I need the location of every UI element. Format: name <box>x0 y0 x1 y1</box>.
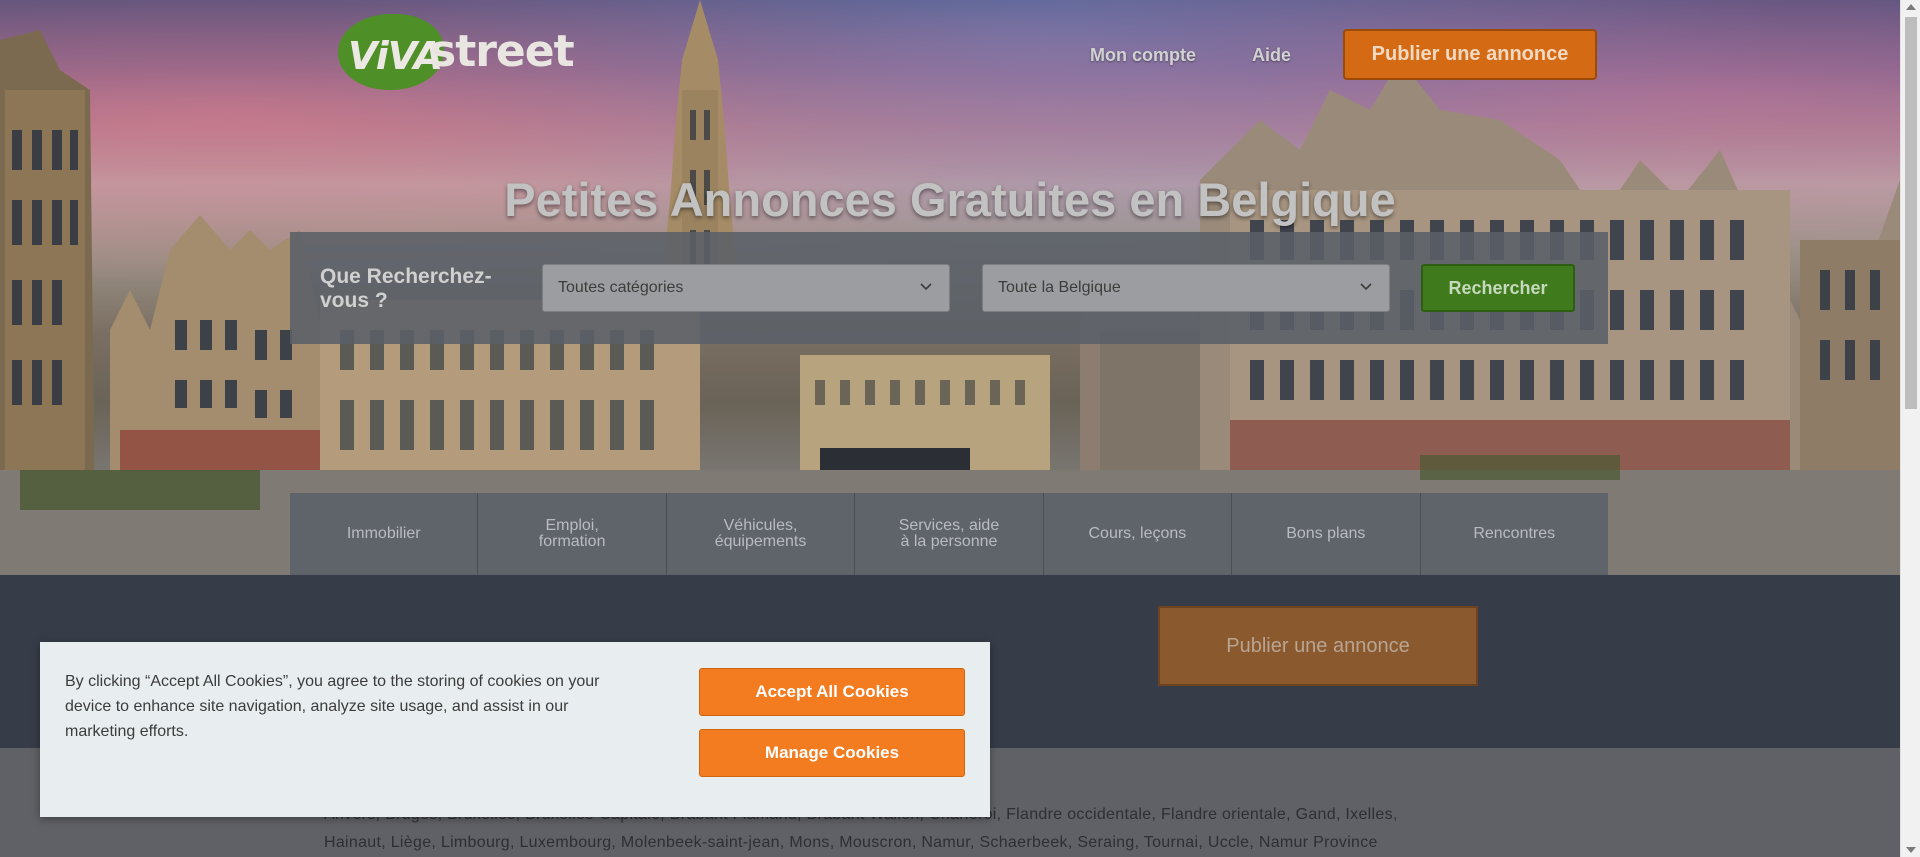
logo-text-street: street <box>430 26 575 77</box>
category-vehicles-equipment-label: Véhicules, équipements <box>714 517 807 550</box>
publish-ad-button-header[interactable]: Publier une annonce <box>1343 29 1597 80</box>
category-services-personal-help-label: Services, aide à la personne <box>898 517 1000 550</box>
location-select-value: Toute la Belgique <box>998 279 1121 296</box>
locations-list-line-2[interactable]: Hainaut, Liège, Limbourg, Luxembourg, Mo… <box>324 834 1378 852</box>
scroll-down-arrow-icon[interactable] <box>1906 847 1916 853</box>
hero-banner: ViVA street Mon compte Aide Publier une … <box>0 0 1900 575</box>
category-real-estate[interactable]: Immobilier <box>290 493 479 575</box>
search-button[interactable]: Rechercher <box>1421 264 1575 312</box>
category-select[interactable]: Toutes catégories <box>542 264 950 312</box>
chevron-down-icon <box>1360 283 1372 291</box>
accept-all-cookies-button[interactable]: Accept All Cookies <box>699 668 965 716</box>
category-dating[interactable]: Rencontres <box>1421 493 1608 575</box>
search-label: Que Recherchez-vous ? <box>320 265 492 312</box>
cookie-consent-banner: By clicking “Accept All Cookies”, you ag… <box>40 642 990 817</box>
publish-ad-button-large[interactable]: Publier une annonce <box>1158 606 1478 686</box>
vivastreet-logo[interactable]: ViVA street <box>338 14 575 90</box>
category-services-personal-help[interactable]: Services, aide à la personne <box>855 493 1044 575</box>
category-jobs-training[interactable]: Emploi, formation <box>478 493 667 575</box>
category-deals[interactable]: Bons plans <box>1232 493 1421 575</box>
search-panel: Que Recherchez-vous ? Toutes catégories … <box>290 232 1608 344</box>
logo-text-viva: ViVA <box>348 34 443 78</box>
category-jobs-training-label: Emploi, formation <box>538 517 606 550</box>
manage-cookies-button[interactable]: Manage Cookies <box>699 729 965 777</box>
nav-help-link[interactable]: Aide <box>1252 45 1291 66</box>
page-title: Petites Annonces Gratuites en Belgique <box>504 173 1396 226</box>
scrollbar-thumb[interactable] <box>1905 17 1917 409</box>
vertical-scrollbar[interactable] <box>1900 0 1920 857</box>
category-bar: Immobilier Emploi, formation Véhicules, … <box>290 493 1608 575</box>
cookie-consent-text: By clicking “Accept All Cookies”, you ag… <box>65 673 600 740</box>
category-select-value: Toutes catégories <box>558 279 684 296</box>
chevron-down-icon <box>920 283 932 291</box>
location-select[interactable]: Toute la Belgique <box>982 264 1390 312</box>
top-navigation: Mon compte Aide <box>1090 30 1291 80</box>
nav-my-account-link[interactable]: Mon compte <box>1090 45 1196 66</box>
scroll-up-arrow-icon[interactable] <box>1906 4 1916 10</box>
category-courses-lessons[interactable]: Cours, leçons <box>1044 493 1233 575</box>
category-vehicles-equipment[interactable]: Véhicules, équipements <box>667 493 856 575</box>
